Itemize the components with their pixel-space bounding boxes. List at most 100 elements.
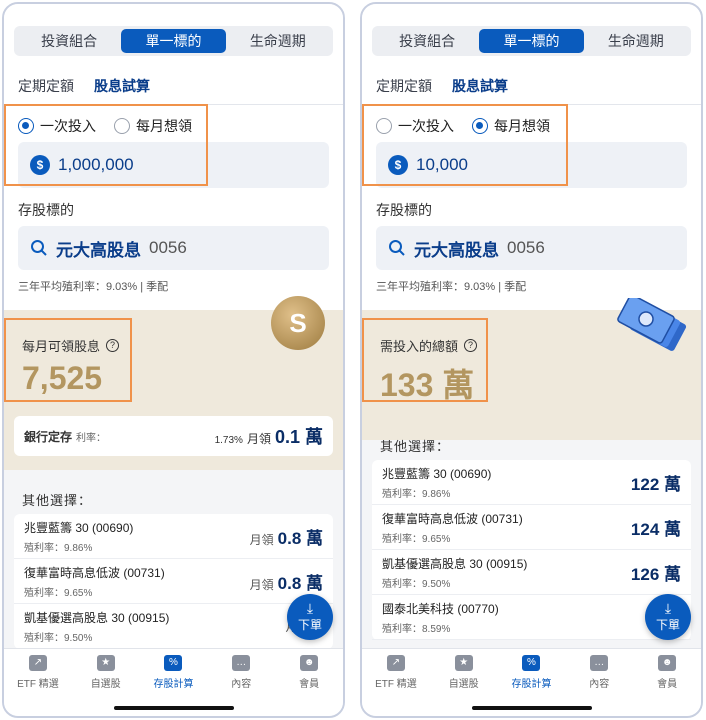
percent-icon: % (522, 655, 541, 671)
tab-life-cycle[interactable]: 生命週期 (584, 29, 688, 53)
item-unit: 月領 (249, 532, 274, 547)
star-icon: ★ (454, 655, 473, 671)
tab-portfolio[interactable]: 投資組合 (17, 29, 121, 53)
yield-info: 三年平均殖利率：9.03% | 季配 (18, 281, 169, 293)
list-item[interactable]: 復華富時高息低波 (00731) 殖利率：9.65% 124 萬 (372, 505, 691, 550)
bank-unit: 月領 (246, 432, 271, 446)
segment-control: 投資組合 單一標的 生命週期 (14, 26, 333, 56)
user-icon: ☻ (658, 655, 677, 671)
item-title: 國泰北美科技 (00770) (382, 601, 499, 616)
list-item[interactable]: 凱基優選高股息 30 (00915) 殖利率：9.50% 126 萬 (372, 550, 691, 595)
stock-code: 0056 (507, 238, 545, 257)
subtab-periodic[interactable]: 定期定額 (376, 76, 432, 106)
item-value: 0.8 萬 (277, 573, 323, 593)
order-button[interactable]: ⤓ 下單 (287, 594, 333, 640)
highlight-box (362, 318, 488, 402)
tab-life-cycle[interactable]: 生命週期 (226, 29, 330, 53)
item-title: 復華富時高息低波 (00731) (24, 565, 165, 580)
chat-icon: … (232, 655, 251, 671)
item-title: 凱基優選高股息 30 (00915) (382, 556, 528, 571)
tab-portfolio[interactable]: 投資組合 (375, 29, 479, 53)
alternatives-list: 兆豐藍籌 30 (00690) 殖利率：9.86% 月領 0.8 萬 復華富時高息低波… (14, 514, 333, 649)
nav-etf[interactable]: ↗ ETF 精選 (362, 649, 430, 716)
stock-label: 存股標的 (376, 202, 432, 218)
nav-member[interactable]: ☻ 會員 (633, 649, 701, 716)
download-icon: ⤓ (664, 600, 672, 616)
item-yield: 殖利率：9.86% (382, 488, 451, 500)
item-title: 兆豐藍籌 30 (00690) (24, 520, 134, 535)
item-yield: 殖利率：9.86% (24, 542, 93, 554)
highlight-box (4, 104, 208, 186)
stock-name: 元大高股息 (56, 240, 141, 260)
list-item[interactable]: 國泰北美科技 (00770)殖利率：8.59%1 (372, 595, 691, 640)
item-value: 122 萬 (630, 474, 681, 494)
item-yield: 殖利率：9.50% (382, 578, 451, 590)
nav-label: 會員 (299, 679, 320, 690)
chart-icon: ↗ (28, 655, 47, 671)
highlight-box (4, 318, 132, 402)
nav-label: 自選股 (90, 679, 121, 690)
search-icon (389, 240, 405, 256)
search-icon (31, 240, 47, 256)
list-item[interactable]: 凱基優選高股息 30 (00915)殖利率：9.50%月領0 (14, 604, 333, 649)
sub-tabs: 定期定額 股息試算 (18, 76, 150, 106)
item-value: 124 萬 (630, 519, 681, 539)
bank-rate-label: 利率： (76, 432, 107, 444)
item-value: 126 萬 (630, 564, 681, 584)
coin-icon: S (271, 296, 325, 350)
nav-label: 自選股 (448, 679, 479, 690)
item-title: 兆豐藍籌 30 (00690) (382, 466, 492, 481)
download-icon: ⤓ (306, 600, 314, 616)
stock-selector[interactable]: 元大高股息 0056 (18, 226, 329, 270)
chart-icon: ↗ (386, 655, 405, 671)
item-title: 凱基優選高股息 30 (00915) (24, 610, 170, 625)
list-item[interactable]: 兆豐藍籌 30 (00690) 殖利率：9.86% 122 萬 (372, 460, 691, 505)
nav-label: ETF 精選 (17, 679, 59, 690)
item-yield: 殖利率：8.59% (382, 623, 451, 635)
order-label: 下單 (297, 618, 322, 632)
order-label: 下單 (655, 618, 680, 632)
percent-icon: % (164, 655, 183, 671)
item-value: 0.8 萬 (277, 528, 323, 548)
chat-icon: … (590, 655, 609, 671)
nav-label: 內容 (231, 679, 252, 690)
nav-label: 存股計算 (153, 679, 194, 690)
segment-control: 投資組合 單一標的 生命週期 (372, 26, 691, 56)
stock-name: 元大高股息 (414, 240, 499, 260)
nav-label: 存股計算 (511, 679, 552, 690)
order-button[interactable]: ⤓ 下單 (645, 594, 691, 640)
tab-single-target[interactable]: 單一標的 (479, 29, 584, 53)
nav-label: ETF 精選 (375, 679, 417, 690)
subtab-dividend-calc[interactable]: 股息試算 (452, 76, 508, 106)
nav-label: 內容 (589, 679, 610, 690)
bank-value: 0.1 萬 (274, 427, 323, 447)
others-header: 其他選擇： (380, 439, 451, 454)
home-indicator (113, 706, 234, 710)
others-header: 其他選擇： (22, 493, 93, 508)
nav-member[interactable]: ☻ 會員 (275, 649, 343, 716)
subtab-dividend-calc[interactable]: 股息試算 (94, 76, 150, 106)
bank-rate: 1.73% (214, 435, 243, 446)
stock-label: 存股標的 (18, 202, 74, 218)
bank-deposit-row: 銀行定存 利率： 1.73% 月領 0.1 萬 (14, 416, 333, 456)
nav-label: 會員 (657, 679, 678, 690)
yield-info: 三年平均殖利率：9.03% | 季配 (376, 281, 527, 293)
nav-etf[interactable]: ↗ ETF 精選 (4, 649, 72, 716)
item-unit: 月領 (249, 577, 274, 592)
item-yield: 殖利率：9.65% (382, 533, 451, 545)
item-yield: 殖利率：9.50% (24, 632, 93, 644)
bank-label: 銀行定存 (24, 429, 73, 444)
money-icon (617, 298, 687, 351)
user-icon: ☻ (300, 655, 319, 671)
tab-single-target[interactable]: 單一標的 (121, 29, 226, 53)
stock-selector[interactable]: 元大高股息 0056 (376, 226, 687, 270)
list-item[interactable]: 復華富時高息低波 (00731) 殖利率：9.65% 月領 0.8 萬 (14, 559, 333, 604)
list-item[interactable]: 兆豐藍籌 30 (00690) 殖利率：9.86% 月領 0.8 萬 (14, 514, 333, 559)
highlight-box (362, 104, 568, 186)
alternatives-list: 兆豐藍籌 30 (00690) 殖利率：9.86% 122 萬 復華富時高息低波 (… (372, 460, 691, 640)
subtab-periodic[interactable]: 定期定額 (18, 76, 74, 106)
stock-code: 0056 (149, 238, 187, 257)
home-indicator (471, 706, 592, 710)
sub-tabs: 定期定額 股息試算 (376, 76, 508, 106)
item-title: 復華富時高息低波 (00731) (382, 511, 523, 526)
